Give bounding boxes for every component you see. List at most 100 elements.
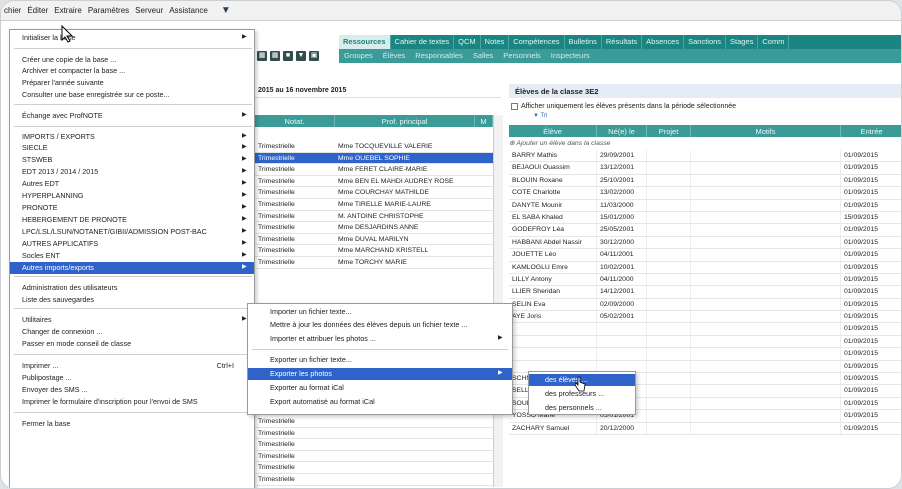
table-row[interactable]: JOUETTE Léo 04/11/2001 01/09/2015	[509, 249, 901, 262]
table-row[interactable]: Trimestrielle	[255, 474, 493, 486]
table-row[interactable]: DANYTE Mounir 11/03/2000 01/09/2015	[509, 199, 901, 212]
table-row[interactable]: AYE Joris 05/02/2001 01/09/2015	[509, 311, 901, 324]
checkbox-box[interactable]	[511, 103, 518, 110]
menu-item-initialiser-la-base[interactable]: Initialiser la base ▶	[10, 32, 254, 44]
submenu-item-export-photos[interactable]: Exporter les photos ▶	[248, 368, 512, 380]
table-row[interactable]: Trimestrielle	[255, 416, 493, 428]
menu-assistance[interactable]: Assistance	[166, 6, 211, 15]
table-row[interactable]: EL SABA Khaled 15/01/2000 15/09/2015	[509, 211, 901, 225]
table-row[interactable]: BLOUIN Roxane 25/10/2001 01/09/2015	[509, 174, 901, 188]
save-icon[interactable]: ▣	[309, 51, 319, 61]
table-icon[interactable]: ▦	[270, 51, 280, 61]
table-row[interactable]: Trimestrielle	[255, 451, 493, 463]
submenu-item-auto-export-ical[interactable]: Export automatisé au format iCal	[248, 396, 512, 408]
table-row[interactable]: Trimestrielle M. ANTOINE CHRISTOPHE	[255, 211, 493, 223]
menu-parametres[interactable]: Paramètres	[85, 6, 132, 15]
menu-item-utilitaires[interactable]: Utilitaires ▶	[10, 314, 254, 326]
subtab-responsables[interactable]: Responsables	[410, 49, 468, 63]
submenu-item-import-assign-photos[interactable]: Importer et attribuer les photos ... ▶	[248, 333, 512, 345]
mid-scrollbar[interactable]	[493, 115, 503, 487]
subtab-inspecteurs[interactable]: Inspecteurs	[546, 49, 595, 63]
table-row[interactable]: Trimestrielle Mme COURCHAY MATHILDE	[255, 187, 493, 199]
col-notat[interactable]: Notat.	[255, 115, 335, 127]
submenu-item-import-text-file[interactable]: Importer un fichier texte...	[248, 306, 512, 318]
table-row[interactable]: Trimestrielle Mme FERET CLAIRE-MARIE	[255, 164, 493, 176]
menu-item-socles-ent[interactable]: Socles ENT ▶	[10, 250, 254, 262]
menu-item-siecle[interactable]: SIECLE ▶	[10, 142, 254, 154]
table-row[interactable]: LILLY Antony 04/11/2000 01/09/2015	[509, 273, 901, 287]
filter-icon[interactable]: ▼	[296, 51, 306, 61]
grid-icon[interactable]: ▦	[257, 51, 267, 61]
table-row[interactable]: HABBANI Abdel Nassir 30/12/2000 01/09/2015	[509, 236, 901, 250]
subtab-eleves[interactable]: Élèves	[378, 49, 411, 63]
menu-item-changer-de-connexion[interactable]: Changer de connexion ...	[10, 326, 254, 338]
menu-item-autres-applicatifs[interactable]: AUTRES APPLICATIFS ▶	[10, 238, 254, 250]
table-row[interactable]: 01/09/2015	[509, 323, 901, 336]
menu-item-publipostage[interactable]: Publipostage ...	[10, 372, 254, 384]
subtab-personnels[interactable]: Personnels	[498, 49, 546, 63]
table-row[interactable]: 01/09/2015	[509, 348, 901, 361]
table-row[interactable]: 01/09/2015	[509, 335, 901, 349]
menu-extraire[interactable]: Extraire	[51, 6, 85, 15]
menu-item-liste-des-sauvegardes[interactable]: Liste des sauvegardes	[10, 294, 254, 306]
col-entree[interactable]: Entrée	[841, 125, 901, 137]
col-ne-le[interactable]: Né(e) le	[597, 125, 647, 137]
table-row[interactable]: COTE Charlotte 13/02/2000 01/09/2015	[509, 187, 901, 200]
tab-absences[interactable]: Absences	[642, 35, 685, 49]
menu-serveur[interactable]: Serveur	[132, 6, 166, 15]
table-row[interactable]: Trimestrielle	[255, 439, 493, 451]
menu-item-hebergement-de-pronote[interactable]: HEBERGEMENT DE PRONOTE ▶	[10, 214, 254, 226]
tab-cahier-de-textes[interactable]: Cahier de textes	[391, 35, 455, 49]
menu-item-hyperplanning[interactable]: HYPERPLANNING ▶	[10, 190, 254, 202]
menu-item-imprimer-le-formulaire-d-inscription-pou[interactable]: Imprimer le formulaire d'inscription pou…	[10, 396, 254, 408]
sort-label[interactable]: ▼ Tri	[533, 113, 547, 119]
menu-item-administration-des-utilisateurs[interactable]: Administration des utilisateurs	[10, 282, 254, 294]
tab-competences[interactable]: Compétences	[509, 35, 565, 49]
tab-communication[interactable]: Comm	[758, 35, 790, 49]
table-row[interactable]: Trimestrielle Mme TIRELLE MARIE-LAURE	[255, 199, 493, 211]
menu-item-preparer-l-annee-suivante[interactable]: Préparer l'année suivante	[10, 77, 254, 89]
table-row[interactable]: Trimestrielle Mme DUVAL MARILYN	[255, 234, 493, 246]
lock-icon[interactable]: ■	[283, 51, 293, 61]
menu-item-passer-en-mode-conseil-de-classe[interactable]: Passer en mode conseil de classe	[10, 338, 254, 350]
table-row[interactable]: BARRY Mathis 29/09/2001 01/09/2015	[509, 150, 901, 163]
add-student-link[interactable]: ⊕ Ajouter un élève dans la classe	[509, 139, 610, 147]
menu-item-envoyer-des-sms[interactable]: Envoyer des SMS ...	[10, 384, 254, 396]
tab-bulletins[interactable]: Bulletins	[565, 35, 602, 49]
table-row[interactable]: GODEFROY Léa 25/05/2001 01/09/2015	[509, 224, 901, 237]
menu-item-autres-edt[interactable]: Autres EDT ▶	[10, 178, 254, 190]
export-photos-personnels[interactable]: des personnels ...	[529, 402, 635, 414]
menu-item-lpc-lsl-lsun-notanet-gibii-admission-pos[interactable]: LPC/LSL/LSUN/NOTANET/GIBII/ADMISSION POS…	[10, 226, 254, 238]
menu-item-autres-imports-exports[interactable]: Autres imports/exports ▶	[10, 262, 254, 274]
table-row[interactable]: Trimestrielle Mme TOCQUEVILLE VALERIE	[255, 141, 493, 153]
table-row[interactable]: Trimestrielle	[255, 462, 493, 474]
table-row[interactable]: LLIER Sheridan 14/12/2001 01/09/2015	[509, 286, 901, 299]
tab-qcm[interactable]: QCM	[454, 35, 481, 49]
col-eleve[interactable]: Élève	[509, 125, 597, 137]
submenu-item-export-text-file[interactable]: Exporter un fichier texte...	[248, 354, 512, 366]
col-m[interactable]: M	[475, 115, 493, 127]
col-prof-principal[interactable]: Prof. principal	[335, 115, 475, 127]
table-row[interactable]: Trimestrielle Mme DESJARDINS ANNE	[255, 222, 493, 234]
menu-editer[interactable]: Éditer	[24, 6, 51, 15]
table-row[interactable]: KAMLOGLU Emre 10/02/2001 01/09/2015	[509, 261, 901, 274]
table-row[interactable]: ZACHARY Samuel 20/12/2000 01/09/2015	[509, 422, 901, 435]
subtab-salles[interactable]: Salles	[468, 49, 498, 63]
col-projet[interactable]: Projet	[647, 125, 691, 137]
filter-present-checkbox[interactable]: Afficher uniquement les élèves présents …	[511, 103, 736, 110]
submenu-item-update-students-from-text[interactable]: Mettre à jour les données des élèves dep…	[248, 319, 512, 331]
menu-item-consulter-une-base-enregistree-sur-ce-po[interactable]: Consulter une base enregistrée sur ce po…	[10, 89, 254, 101]
menu-item-archiver-et-compacter-la-base[interactable]: Archiver et compacter la base ...	[10, 65, 254, 77]
tab-notes[interactable]: Notes	[481, 35, 510, 49]
table-row[interactable]: Trimestrielle Mme MARCHAND KRISTELL	[255, 245, 493, 257]
menu-item-stsweb[interactable]: STSWEB ▶	[10, 154, 254, 166]
table-row[interactable]: Trimestrielle	[255, 428, 493, 440]
table-row[interactable]: Trimestrielle Mme BEN EL MAHDI AUDREY ROS…	[255, 176, 493, 188]
tab-ressources[interactable]: Ressources	[339, 35, 391, 49]
menu-item-edt-2013-2014-2015[interactable]: EDT 2013 / 2014 / 2015 ▶	[10, 166, 254, 178]
menu-item-imprimer[interactable]: Imprimer ... Ctrl+I	[10, 360, 254, 372]
menu-item-fermer-la-base[interactable]: Fermer la base	[10, 418, 254, 430]
menu-fichier[interactable]: chier	[1, 6, 24, 15]
tab-stages[interactable]: Stages	[726, 35, 759, 49]
subtab-groupes[interactable]: Groupes	[339, 49, 378, 63]
